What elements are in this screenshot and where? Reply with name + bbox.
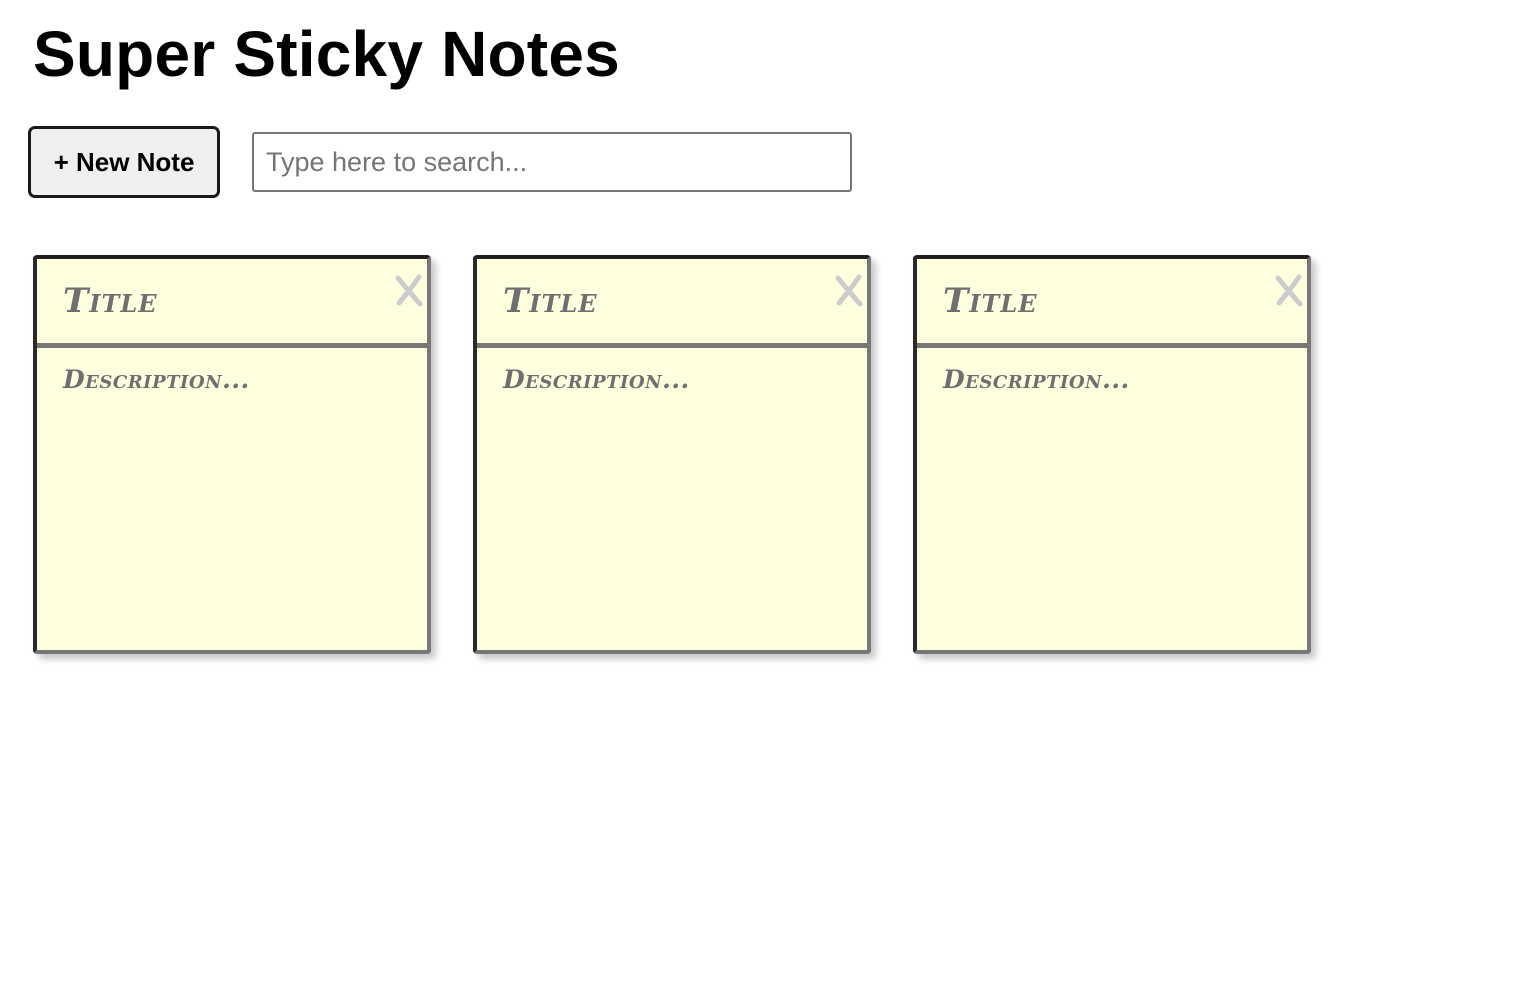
note-header: Title	[477, 259, 867, 348]
close-icon[interactable]	[1273, 273, 1305, 309]
note-card: Title Description...	[913, 255, 1311, 654]
note-card: Title Description...	[473, 255, 871, 654]
note-header: Title	[917, 259, 1307, 348]
note-description[interactable]: Description...	[943, 365, 1130, 394]
page-title: Super Sticky Notes	[33, 18, 620, 90]
note-header: Title	[37, 259, 427, 348]
note-description[interactable]: Description...	[63, 365, 250, 394]
close-icon[interactable]	[393, 273, 425, 309]
search-input[interactable]	[252, 132, 852, 192]
note-description[interactable]: Description...	[503, 365, 690, 394]
note-title[interactable]: Title	[63, 281, 158, 321]
note-title[interactable]: Title	[503, 281, 598, 321]
new-note-button[interactable]: + New Note	[28, 126, 220, 198]
note-card: Title Description...	[33, 255, 431, 654]
close-icon[interactable]	[833, 273, 865, 309]
note-title[interactable]: Title	[943, 281, 1038, 321]
